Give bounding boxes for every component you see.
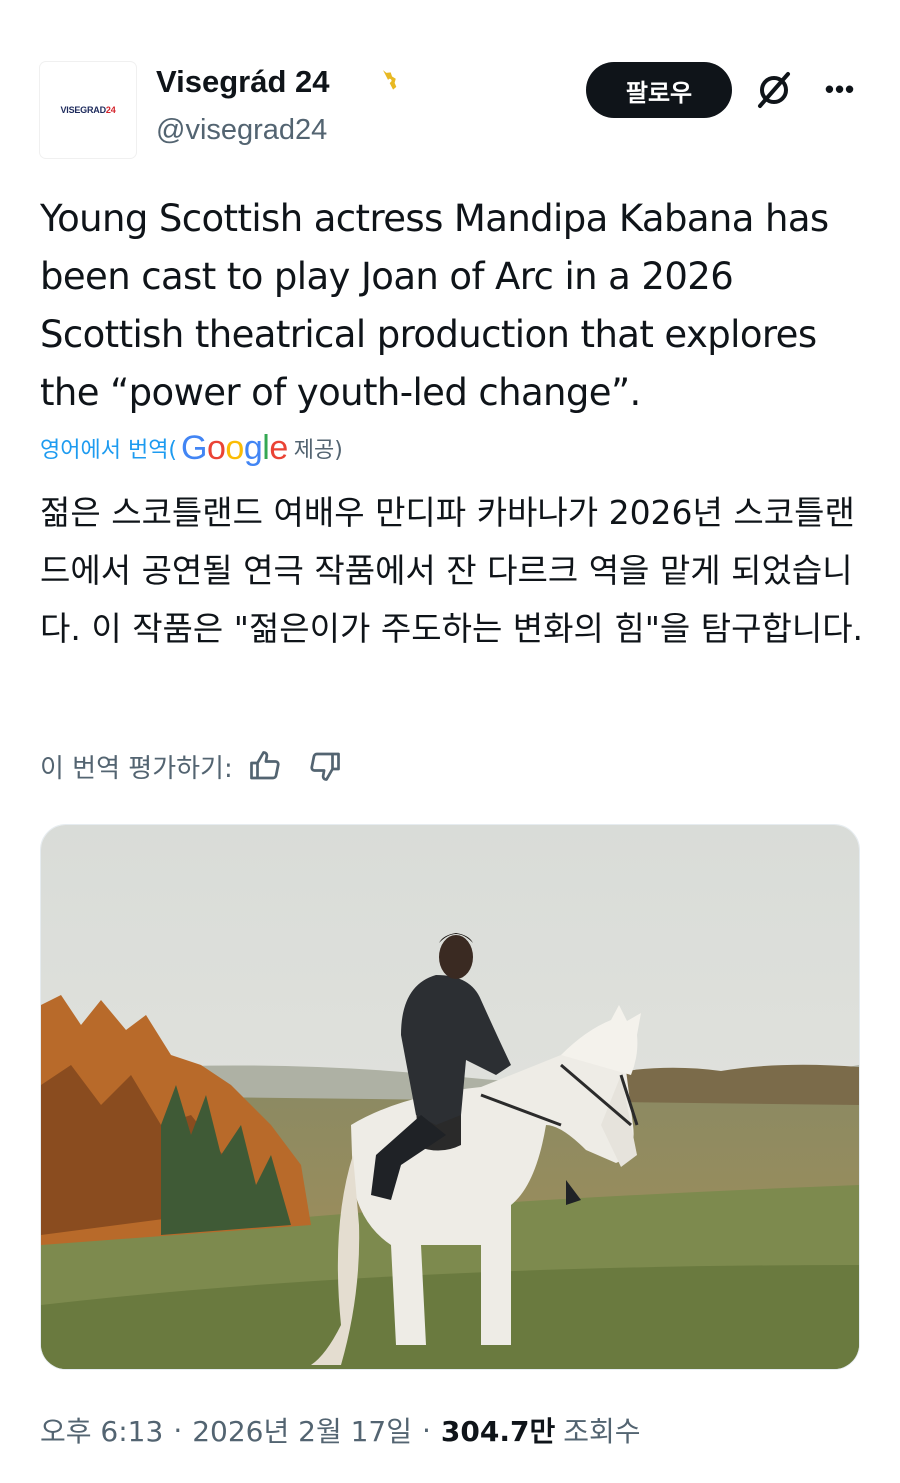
- views-label: 조회수: [563, 1415, 641, 1448]
- thumbs-up-icon[interactable]: [247, 748, 283, 784]
- verified-badge-icon: [374, 70, 397, 92]
- author-handle[interactable]: @visegrad24: [156, 114, 327, 147]
- tweet-photo[interactable]: [40, 824, 860, 1370]
- photo-scene: [41, 825, 859, 1369]
- more-options-icon[interactable]: •••: [820, 72, 860, 106]
- google-logo: Google: [181, 428, 288, 467]
- translate-provided-label: 제공): [293, 438, 343, 463]
- rate-translation-label: 이 번역 평가하기:: [40, 753, 233, 784]
- translation-attribution: 영어에서 번역( Google 제공): [40, 428, 343, 468]
- tweet-text: Young Scottish actress Mandipa Kabana ha…: [40, 197, 829, 414]
- tweet-time[interactable]: 오후 6:13: [40, 1410, 163, 1450]
- tweet-meta: 오후 6:13 · 2026년 2월 17일 · 304.7만 조회수: [40, 1408, 641, 1452]
- follow-button[interactable]: 팔로우: [586, 62, 732, 118]
- rate-translation-row: 이 번역 평가하기:: [40, 744, 343, 788]
- avatar[interactable]: VISEGRAD24: [40, 62, 136, 158]
- views-count: 304.7만: [440, 1415, 556, 1448]
- tweet-date[interactable]: 2026년 2월 17일: [192, 1410, 412, 1450]
- author-display-name[interactable]: Visegrád 24: [156, 64, 329, 100]
- translate-link[interactable]: 영어에서 번역(: [40, 432, 177, 464]
- meta-separator: ·: [422, 1413, 431, 1447]
- avatar-logo: VISEGRAD24: [60, 105, 116, 115]
- grok-icon[interactable]: [752, 68, 796, 112]
- thumbs-down-icon[interactable]: [307, 748, 343, 784]
- meta-separator: ·: [173, 1413, 183, 1447]
- translated-text: 젊은 스코틀랜드 여배우 만디파 카바나가 2026년 스코틀랜드에서 공연될 …: [40, 493, 864, 648]
